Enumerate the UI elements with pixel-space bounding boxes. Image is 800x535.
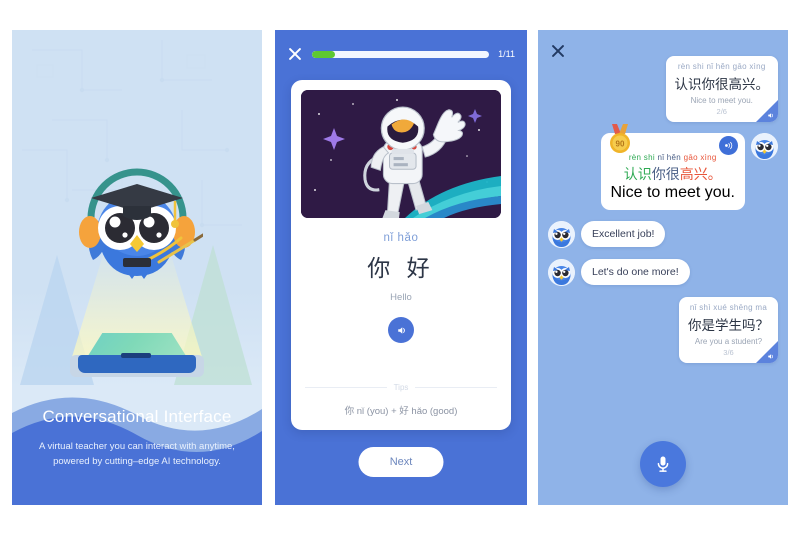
speaker-icon[interactable] — [388, 317, 414, 343]
onboarding-footer: Conversational Interface A virtual teach… — [12, 393, 262, 505]
microphone-glyph — [657, 456, 669, 472]
scored-english: Nice to meet you. — [610, 184, 736, 201]
lesson-card: nǐ hǎo 你 好 Hello Tips 你 nǐ (you) + 好 hǎo… — [291, 80, 511, 430]
teacher-message-bubble: Let's do one more! — [581, 259, 690, 285]
lesson-hanzi: 你 好 — [367, 255, 435, 281]
panel-lesson: 1/11 nǐ hǎo 你 好 Hello Tips 你 nǐ (you) + … — [275, 30, 527, 505]
next-button[interactable]: Next — [358, 447, 444, 477]
lesson-pinyin: nǐ hǎo — [383, 232, 419, 244]
owl-avatar-glyph — [548, 221, 575, 248]
page-title: Conversational Interface — [42, 407, 232, 426]
bubble-hanzi: 你是学生吗？ — [688, 318, 769, 333]
message-text: Excellent job! — [592, 228, 655, 240]
lesson-progress-fill — [312, 50, 336, 58]
bubble-pinyin: rèn shi nǐ hěn gāo xìng — [677, 62, 766, 71]
sound-wave-icon[interactable] — [719, 136, 738, 155]
owl-avatar-glyph — [548, 259, 575, 286]
speaker-glyph — [768, 113, 773, 118]
bubble-hanzi: 认识你很高兴。 — [674, 77, 770, 92]
chat-message: Excellent job! — [548, 221, 778, 248]
bubble-english: Nice to meet you. — [690, 96, 753, 105]
lesson-progress-bar — [312, 50, 490, 58]
bubble-counter: 2/6 — [716, 107, 727, 116]
subtitle-line-1: A virtual teacher you can interact with … — [39, 441, 235, 452]
colored-text-segment: 你很 — [651, 166, 680, 182]
message-text: Let's do one more! — [592, 266, 679, 278]
chat-message: rèn shi nǐ hěn gāo xìng 认识你很高兴。 Nice to … — [548, 56, 778, 122]
lesson-progress-label: 1/11 — [498, 49, 515, 59]
teacher-message-bubble: Excellent job! — [581, 221, 666, 247]
chat-message: Let's do one more! — [548, 259, 778, 286]
sound-wave-glyph — [725, 141, 733, 150]
bubble-counter: 3/6 — [723, 348, 734, 357]
owl-avatar — [548, 221, 575, 248]
medal-score: 90 — [615, 140, 624, 149]
lesson-header: 1/11 — [275, 30, 527, 78]
colored-text-segment: 认识 — [623, 166, 652, 182]
owl-avatar — [548, 259, 575, 286]
owl-teacher-illustration — [71, 140, 205, 290]
tips-divider: Tips — [305, 383, 498, 392]
scored-answer-bubble[interactable]: 90 rèn shi nǐ hěn gāo xìng 认识你很高兴。 Nice … — [600, 124, 745, 210]
colored-text-segment: nǐ hěn — [657, 153, 684, 162]
chat-message: nǐ shì xué shēng ma 你是学生吗？ Are you a stu… — [548, 297, 778, 363]
speaker-glyph — [768, 354, 773, 359]
chat-thread: rèn shi nǐ hěn gāo xìng 认识你很高兴。 Nice to … — [538, 56, 788, 505]
panel-conversation: rèn shi nǐ hěn gāo xìng 认识你很高兴。 Nice to … — [538, 30, 788, 505]
owl-avatar — [751, 133, 778, 160]
bubble-english: Are you a student? — [694, 337, 763, 346]
speaker-glyph — [397, 326, 405, 334]
subtitle-line-2: powered by cutting–edge AI technology. — [53, 456, 221, 467]
page-subtitle: A virtual teacher you can interact with … — [12, 439, 262, 469]
panel-onboarding: Conversational Interface A virtual teach… — [12, 30, 262, 505]
scored-pinyin: rèn shi nǐ hěn gāo xìng — [611, 153, 736, 162]
microphone-icon[interactable] — [640, 441, 686, 487]
lesson-bubble[interactable]: nǐ shì xué shēng ma 你是学生吗？ Are you a stu… — [679, 297, 778, 363]
medal-icon: 90 — [609, 124, 630, 153]
chat-message: 90 rèn shi nǐ hěn gāo xìng 认识你很高兴。 Nice … — [548, 124, 778, 210]
colored-text-segment: 高兴。 — [679, 166, 722, 182]
lesson-card-body: nǐ hǎo 你 好 Hello — [291, 218, 511, 343]
lesson-bubble[interactable]: rèn shi nǐ hěn gāo xìng 认识你很高兴。 Nice to … — [665, 56, 778, 122]
screenshot-stage: Conversational Interface A virtual teach… — [0, 0, 800, 535]
colored-text-segment: gāo xìng — [683, 153, 717, 162]
close-icon[interactable] — [287, 46, 303, 62]
lesson-tip-text: 你 nǐ (you) + 好 hǎo (good) — [344, 406, 458, 417]
lesson-english: Hello — [390, 292, 412, 303]
astronaut-waving-illustration — [301, 90, 501, 218]
tips-label: Tips — [393, 383, 409, 392]
bubble-pinyin: nǐ shì xué shēng ma — [689, 303, 768, 312]
colored-text-segment: rèn shi — [628, 153, 658, 162]
owl-avatar-glyph — [751, 133, 778, 160]
scored-hanzi: 认识你很高兴。 — [611, 164, 736, 184]
